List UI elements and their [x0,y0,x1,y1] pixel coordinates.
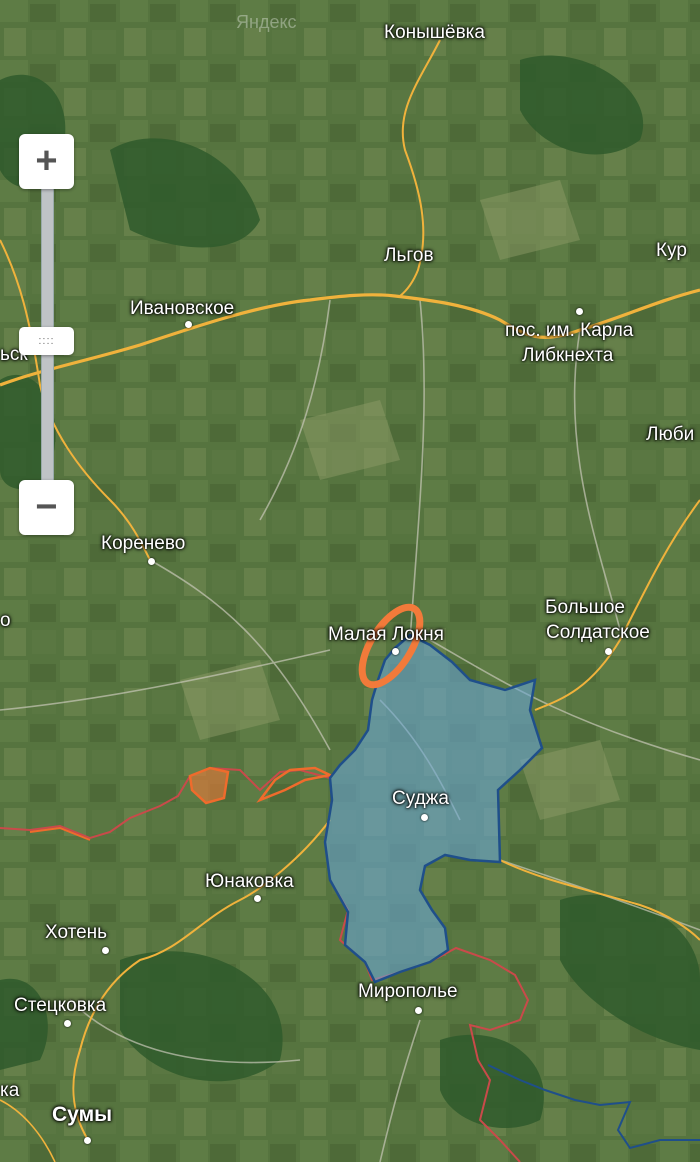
place-label: Конышёвка [384,22,485,43]
place-marker [415,1007,422,1014]
place-label: Большое [545,597,625,618]
place-label: Суджа [392,788,449,809]
place-marker [605,648,612,655]
zoom-slider-handle[interactable]: :::: [19,327,74,355]
place-marker [185,321,192,328]
place-label: ка [0,1080,20,1101]
place-marker [576,308,583,315]
place-label: Льгов [384,245,434,266]
city-label: Сумы [52,1103,113,1126]
map-watermark: Яндекс [236,12,297,32]
place-label: о [0,610,11,631]
place-marker [421,814,428,821]
place-label: Либкнехта [522,345,614,366]
place-label: Стецковка [14,995,107,1016]
place-label: Хотень [45,922,108,943]
place-label: Коренево [101,533,186,554]
zoom-control: + :::: − [19,134,74,536]
satellite-map[interactable] [0,0,700,1162]
place-label: Люби [646,424,695,445]
zoom-out-button[interactable]: − [19,480,74,535]
place-marker [254,895,261,902]
place-label: Юнаковка [205,871,294,892]
zoom-in-button[interactable]: + [19,134,74,189]
place-label: пос. им. Карла [505,320,634,341]
place-label: Малая Локня [328,624,444,645]
place-marker [84,1137,91,1144]
place-marker [102,947,109,954]
place-marker [64,1020,71,1027]
place-label: Солдатское [546,622,650,643]
place-label: Ивановское [130,298,235,319]
place-label: Миропольe [358,981,458,1002]
place-label: Кур [656,240,687,261]
place-marker [392,648,399,655]
place-marker [148,558,155,565]
